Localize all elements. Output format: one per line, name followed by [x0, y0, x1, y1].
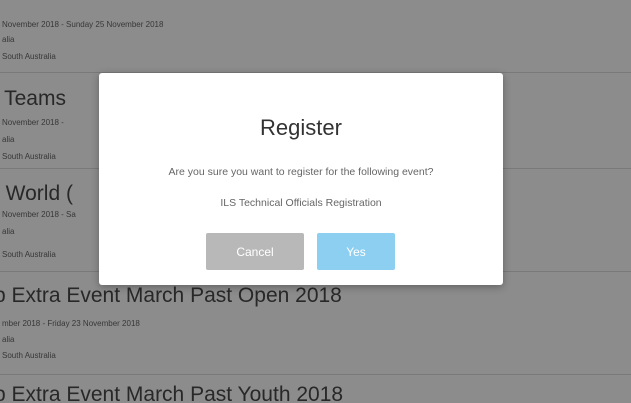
dialog-title: Register — [260, 115, 342, 140]
cancel-button[interactable]: Cancel — [206, 233, 304, 270]
register-dialog: Register Are you sure you want to regist… — [99, 73, 503, 285]
dialog-message: Are you sure you want to register for th… — [168, 166, 434, 178]
dialog-event-name: ILS Technical Officials Registration — [220, 197, 382, 209]
yes-button[interactable]: Yes — [317, 233, 395, 270]
